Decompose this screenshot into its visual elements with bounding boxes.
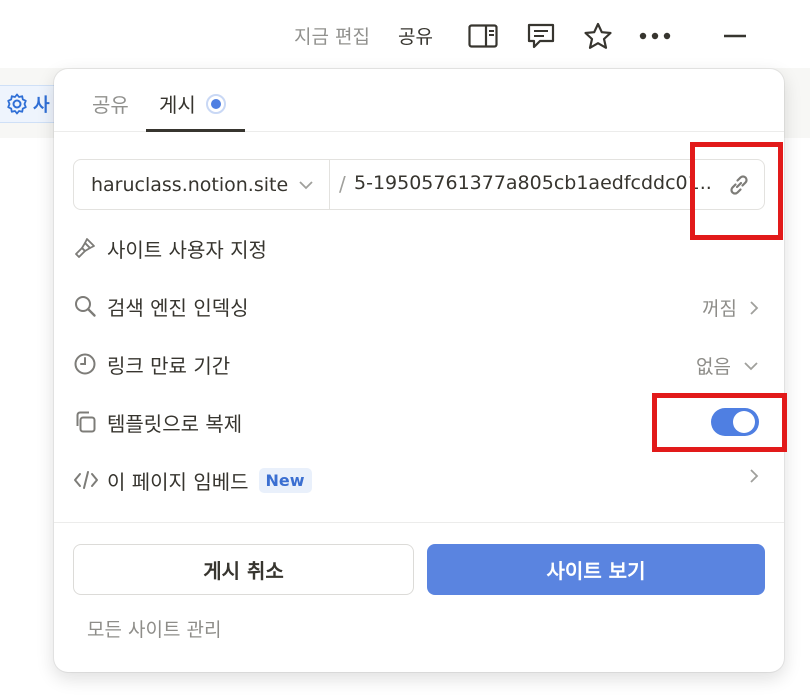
- domain-value: haruclass.notion.site: [91, 173, 289, 196]
- unpublish-button[interactable]: 게시 취소: [73, 544, 414, 595]
- code-icon: [73, 465, 107, 495]
- gear-icon: [7, 93, 27, 115]
- row-link-expiration[interactable]: 링크 만료 기간 없음: [73, 344, 765, 384]
- chevron-down-icon: [299, 180, 313, 189]
- tab-publish[interactable]: 게시: [159, 89, 226, 118]
- row-search-indexing[interactable]: 검색 엔진 인덱싱 꺼짐: [73, 286, 765, 326]
- star-icon[interactable]: [581, 20, 615, 52]
- row-embed-page[interactable]: 이 페이지 임베드 New: [73, 460, 765, 500]
- tab-share[interactable]: 공유: [92, 89, 129, 118]
- popover-tabs: 공유 게시: [54, 69, 784, 132]
- top-bar: 지금 편집 공유: [0, 0, 810, 70]
- paintbrush-icon: [73, 233, 107, 263]
- row-label: 사이트 사용자 지정: [107, 237, 267, 262]
- new-badge: New: [258, 467, 312, 493]
- row-label: 템플릿으로 복제: [107, 411, 243, 436]
- row-customize-site[interactable]: 사이트 사용자 지정: [73, 228, 765, 268]
- comment-icon[interactable]: [524, 20, 558, 52]
- sidebar-panel-icon[interactable]: [466, 20, 500, 52]
- published-indicator-icon: [205, 93, 226, 114]
- tab-publish-label: 게시: [159, 93, 196, 117]
- domain-select[interactable]: haruclass.notion.site: [74, 160, 330, 209]
- background-settings-chip[interactable]: 사: [0, 85, 60, 123]
- edited-status: 지금 편집: [294, 26, 370, 48]
- annotation-box-copy-link: [690, 142, 783, 240]
- minimize-icon[interactable]: [718, 20, 752, 52]
- indexing-value: 꺼짐: [702, 298, 737, 320]
- view-site-button[interactable]: 사이트 보기: [427, 544, 765, 595]
- more-icon[interactable]: [638, 20, 672, 52]
- chevron-down-icon: [744, 361, 758, 370]
- active-tab-underline: [146, 129, 245, 132]
- clock-icon: [73, 349, 107, 379]
- url-slug-input[interactable]: 5-19505761377a805cb1aedfcddc01...: [354, 172, 712, 194]
- annotation-box-toggle: [652, 393, 787, 452]
- manage-all-sites-link[interactable]: 모든 사이트 관리: [87, 615, 221, 642]
- publish-popover: 공유 게시 haruclass.notion.site / 5-19505761…: [54, 69, 784, 672]
- chevron-right-icon: [750, 300, 759, 315]
- row-label: 검색 엔진 인덱싱: [107, 295, 249, 320]
- row-label: 이 페이지 임베드: [107, 469, 249, 494]
- row-label: 링크 만료 기간: [107, 353, 231, 378]
- duplicate-icon: [73, 407, 107, 437]
- chevron-right-icon: [750, 469, 759, 483]
- popover-divider: [54, 522, 784, 523]
- background-chip-label: 사: [33, 95, 50, 116]
- site-url-field: haruclass.notion.site / 5-19505761377a80…: [73, 159, 765, 210]
- share-button[interactable]: 공유: [398, 22, 433, 49]
- url-separator: /: [339, 172, 346, 196]
- expiration-value: 없음: [696, 356, 731, 378]
- search-icon: [73, 291, 107, 321]
